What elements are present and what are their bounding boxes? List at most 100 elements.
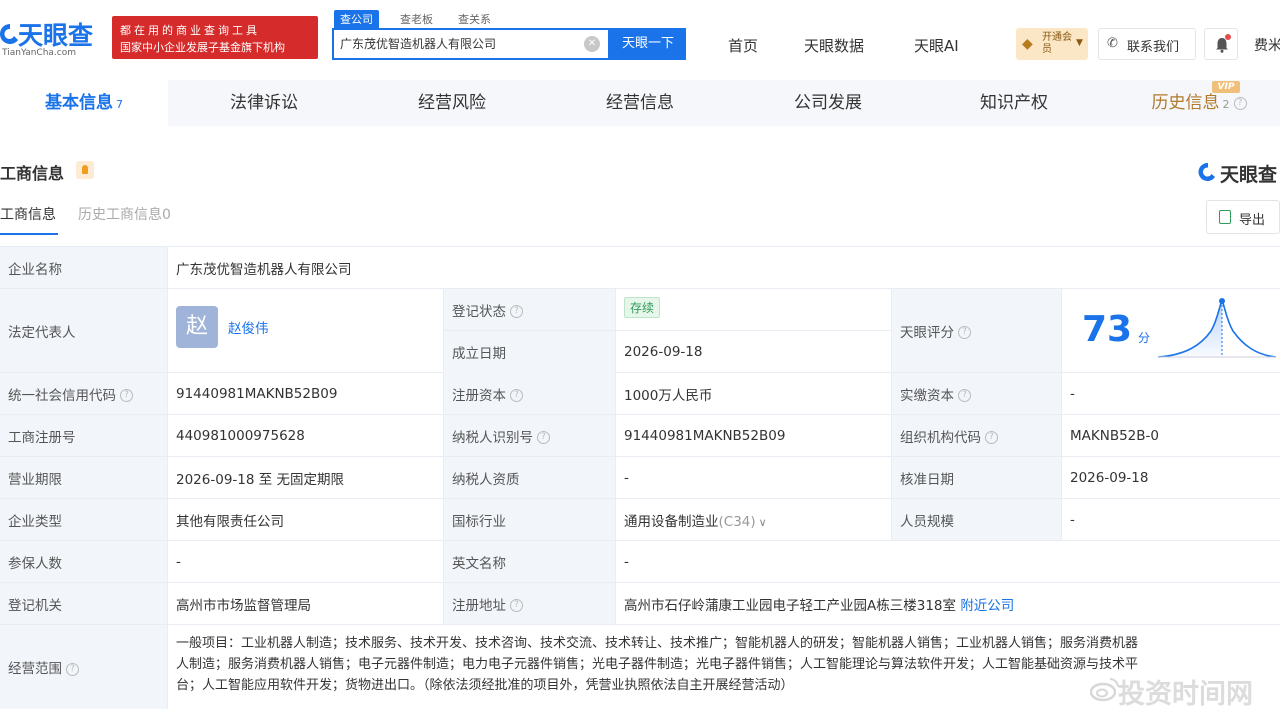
value-score: 73 分 [1062,289,1280,372]
label-score: 天眼评分? [892,289,1062,372]
subtab-history-business-info[interactable]: 历史工商信息0 [78,204,171,224]
value-insured: - [168,541,444,582]
value-english-name: - [624,553,629,570]
lock-icon [76,161,94,179]
label-reg-no: 工商注册号 [0,415,168,456]
tab-legal[interactable]: 法律诉讼 [180,80,348,126]
nav-tianyan-data[interactable]: 天眼数据 [804,35,864,56]
tab-history[interactable]: 历史信息 2? [1118,80,1280,126]
tab-basic-info[interactable]: 基本信息 7 [0,80,168,126]
nav-tianyan-ai[interactable]: 天眼AI [914,35,959,56]
tab-risk[interactable]: 经营风险 [368,80,536,126]
chevron-down-icon[interactable]: ∨ [759,516,767,529]
legal-rep-link[interactable]: 赵俊伟 [228,317,269,337]
table-row: 统一社会信用代码? 91440981MAKNB52B09 注册资本? 1000万… [0,373,1280,415]
label-english-name: 英文名称 [444,541,616,582]
diamond-icon: ◆ [1022,36,1033,52]
promo-line-2: 国家中小企业发展子基金旗下机构 [120,41,285,54]
avatar[interactable]: 赵 [176,306,218,348]
scope-line-2: 人制造；服务消费机器人销售；电子元器件制造；电力电子元器件销售；光电子器件制造；… [176,657,1139,672]
help-icon[interactable]: ? [985,431,998,444]
value-legal-rep: 赵 赵俊伟 [168,289,444,372]
help-icon[interactable]: ? [120,389,133,402]
value-staff-size: - [1070,511,1075,528]
table-row: 参保人数 - 英文名称 - [0,541,1280,583]
score-value: 73 [1082,309,1133,350]
help-icon[interactable]: ? [510,305,523,318]
help-icon[interactable]: ? [958,326,971,339]
tianyancha-logo[interactable]: 天眼查 TianYanCha.com [0,16,108,60]
label-staff-size: 人员规模 [892,499,1062,540]
business-info-table: 企业名称 广东茂优智造机器人有限公司 法定代表人 赵 赵俊伟 登记状态? 存续 … [0,246,1280,709]
label-insured: 参保人数 [0,541,168,582]
search-input[interactable] [340,36,576,50]
search-box: ✕ [332,28,610,60]
active-tab-indicator [0,233,58,235]
help-icon[interactable]: ? [958,389,971,402]
label-reg-capital: 注册资本? [444,373,616,414]
label-est-date: 成立日期 [444,331,616,373]
tab-label: 历史信息 [1151,93,1220,113]
help-icon[interactable]: ? [1233,96,1247,110]
value-taxpayer-id: 91440981MAKNB52B09 [616,415,892,456]
nearby-companies-link[interactable]: 附近公司 [960,598,1014,614]
clear-icon[interactable]: ✕ [584,36,600,52]
notifications-button[interactable] [1204,28,1238,60]
label-industry: 国标行业 [444,499,616,540]
top-header: 天眼查 TianYanCha.com 都在用的商业查询工具 国家中小企业发展子基… [0,0,1280,80]
status-badge: 存续 [624,297,661,318]
nav-home[interactable]: 首页 [728,35,758,56]
tab-operations[interactable]: 经营信息 [556,80,724,126]
nav-fee[interactable]: 费米 [1254,35,1280,55]
search-tab-boss[interactable]: 查老板 [394,10,439,28]
open-vip-button[interactable]: ◆ 开通会员 ▼ [1016,28,1088,60]
tab-development[interactable]: 公司发展 [744,80,912,126]
export-icon [1219,210,1231,224]
help-icon[interactable]: ? [537,431,550,444]
value-reg-capital: 1000万人民币 [616,373,892,414]
help-icon[interactable]: ? [66,662,79,676]
label-reg-status: 登记状态? [444,289,616,331]
search-tab-relation[interactable]: 查关系 [452,10,497,28]
subtab-business-info[interactable]: 工商信息 [0,204,56,224]
promo-line-1: 都在用的商业查询工具 [120,24,260,37]
table-row: 营业期限 2026-09-18 至 无固定期限 纳税人资质 - 核准日期 202… [0,457,1280,499]
phone-icon: ✆ [1107,36,1118,51]
tab-ip[interactable]: 知识产权 [930,80,1098,126]
search-button[interactable]: 天眼一下 [610,28,686,60]
tab-label: 基本信息 [45,93,113,113]
value-approval-date: 2026-09-18 [1070,469,1149,486]
score-distribution-curve [1157,298,1277,358]
label-term: 营业期限 [0,457,168,498]
label-business-scope: 经营范围? [0,625,168,709]
logo-subtext: TianYanCha.com [2,48,77,58]
unread-dot [1225,34,1231,40]
tab-label: 经营信息 [606,93,674,113]
search-tab-company[interactable]: 查公司 [334,10,379,28]
contact-us-button[interactable]: ✆ 联系我们 [1098,28,1196,60]
table-row: 工商注册号 440981000975628 纳税人识别号? 91440981MA… [0,415,1280,457]
help-icon[interactable]: ? [510,389,523,402]
tab-count: 7 [116,98,123,111]
table-row: 登记机关 高州市市场监督管理局 注册地址? 高州市石仔岭蒲康工业园电子轻工产业园… [0,583,1280,625]
scope-line-1: 一般项目：工业机器人制造；技术服务、技术开发、技术咨询、技术交流、技术转让、技术… [176,636,1139,651]
table-row: 企业类型 其他有限责任公司 国标行业 通用设备制造业(C34) ∨ 人员规模 - [0,499,1280,541]
label-authority: 登记机关 [0,583,168,624]
value-authority: 高州市市场监督管理局 [168,583,444,624]
brand-text: 天眼查 [1220,164,1278,186]
value-reg-no: 440981000975628 [168,415,444,456]
section-title: 工商信息 [0,164,65,183]
export-button[interactable]: 导出 [1206,200,1280,234]
value-company-type: 其他有限责任公司 [168,499,444,540]
label-taxpayer-qual: 纳税人资质 [444,457,616,498]
label-org-code: 组织机构代码? [892,415,1062,456]
vip-badge: VIP [1212,81,1240,93]
chevron-down-icon: ▼ [1076,38,1083,48]
value-term: 2026-09-18 至 无固定期限 [168,457,444,498]
value-paid-capital: - [1070,385,1075,402]
value-est-date: 2026-09-18 [616,331,892,373]
help-icon[interactable]: ? [510,599,523,612]
promo-banner[interactable]: 都在用的商业查询工具 国家中小企业发展子基金旗下机构 [112,16,318,59]
label-company-type: 企业类型 [0,499,168,540]
value-industry[interactable]: 通用设备制造业(C34) ∨ [616,499,892,540]
